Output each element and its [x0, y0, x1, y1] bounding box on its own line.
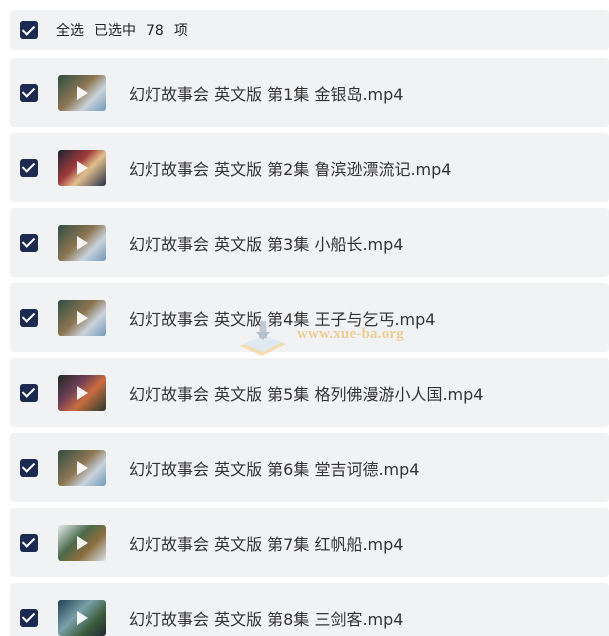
- file-name: 幻灯故事会 英文版 第4集 王子与乞丐.mp4: [129, 309, 436, 329]
- selected-suffix: 项: [173, 23, 188, 39]
- video-thumbnail: [58, 374, 106, 411]
- play-icon: [77, 85, 88, 100]
- selection-summary: 全选 已选中 78 项: [56, 20, 198, 40]
- file-row[interactable]: 幻灯故事会 英文版 第1集 金银岛.mp4: [10, 58, 609, 127]
- file-row[interactable]: 幻灯故事会 英文版 第6集 堂吉诃德.mp4: [10, 433, 609, 502]
- file-checkbox[interactable]: [20, 158, 38, 177]
- file-name: 幻灯故事会 英文版 第1集 金银岛.mp4: [129, 84, 404, 104]
- play-icon: [77, 610, 88, 625]
- file-row[interactable]: 幻灯故事会 英文版 第7集 红帆船.mp4: [10, 508, 609, 577]
- play-icon: [77, 385, 88, 400]
- file-checkbox[interactable]: [20, 308, 38, 327]
- file-selection-list: 全选 已选中 78 项 幻灯故事会 英文版 第1集 金银岛.mp4 幻灯故事会 英文版…: [0, 0, 609, 636]
- file-checkbox[interactable]: [20, 458, 38, 477]
- file-name: 幻灯故事会 英文版 第8集 三剑客.mp4: [129, 609, 404, 629]
- video-thumbnail: [58, 224, 106, 261]
- file-row[interactable]: 幻灯故事会 英文版 第8集 三剑客.mp4: [10, 583, 609, 636]
- video-thumbnail: [58, 74, 106, 111]
- file-name: 幻灯故事会 英文版 第2集 鲁滨逊漂流记.mp4: [129, 159, 452, 179]
- file-name: 幻灯故事会 英文版 第5集 格列佛漫游小人国.mp4: [129, 384, 484, 404]
- play-icon: [77, 310, 88, 325]
- play-icon: [77, 460, 88, 475]
- select-all-label[interactable]: 全选: [56, 23, 84, 39]
- play-icon: [77, 160, 88, 175]
- file-row[interactable]: 幻灯故事会 英文版 第2集 鲁滨逊漂流记.mp4: [10, 133, 609, 202]
- select-all-bar: 全选 已选中 78 项: [10, 10, 609, 50]
- play-icon: [77, 535, 88, 550]
- video-thumbnail: [58, 524, 106, 561]
- play-icon: [77, 235, 88, 250]
- file-row[interactable]: 幻灯故事会 英文版 第5集 格列佛漫游小人国.mp4: [10, 358, 609, 427]
- file-name: 幻灯故事会 英文版 第7集 红帆船.mp4: [129, 534, 404, 554]
- file-checkbox[interactable]: [20, 233, 38, 252]
- file-checkbox[interactable]: [20, 608, 38, 627]
- select-all-checkbox[interactable]: [20, 21, 38, 39]
- selected-prefix: 已选中: [94, 23, 136, 39]
- file-name: 幻灯故事会 英文版 第3集 小船长.mp4: [129, 234, 404, 254]
- file-checkbox[interactable]: [20, 83, 38, 102]
- file-row[interactable]: 幻灯故事会 英文版 第4集 王子与乞丐.mp4: [10, 283, 609, 352]
- file-checkbox[interactable]: [20, 533, 38, 552]
- file-name: 幻灯故事会 英文版 第6集 堂吉诃德.mp4: [129, 459, 420, 479]
- file-checkbox[interactable]: [20, 383, 38, 402]
- file-row[interactable]: 幻灯故事会 英文版 第3集 小船长.mp4: [10, 208, 609, 277]
- video-thumbnail: [58, 449, 106, 486]
- video-thumbnail: [58, 299, 106, 336]
- video-thumbnail: [58, 149, 106, 186]
- selected-count: 78: [146, 23, 164, 39]
- video-thumbnail: [58, 599, 106, 636]
